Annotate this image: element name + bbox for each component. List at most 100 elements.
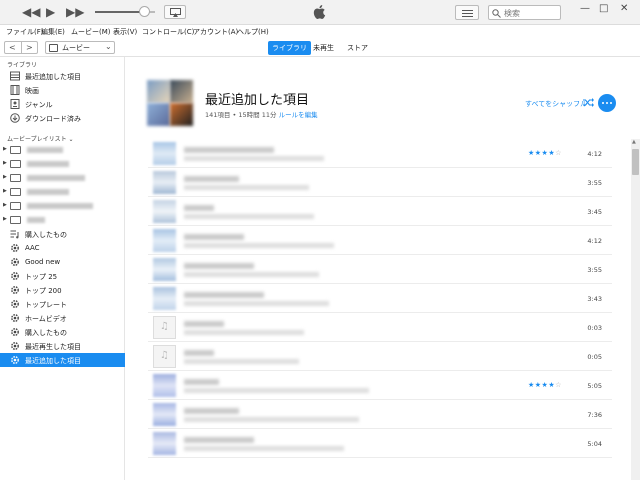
track-title-redacted xyxy=(184,263,254,269)
folder-icon xyxy=(10,174,21,182)
smart-playlist-gear-icon xyxy=(11,314,19,322)
sidebar-item-aac[interactable]: AAC xyxy=(0,241,125,255)
previous-icon[interactable]: ◀◀ xyxy=(22,5,40,19)
track-duration: 3:43 xyxy=(587,295,602,303)
track-duration: 5:04 xyxy=(587,440,602,448)
star-rating[interactable]: ★★★★☆ xyxy=(528,381,562,389)
sidebar-item-purchased-smart[interactable]: 購入したもの xyxy=(0,325,125,339)
search-field[interactable]: 検索 xyxy=(488,5,561,20)
track-subtitle-redacted xyxy=(184,272,319,277)
play-icon[interactable]: ▶ xyxy=(46,5,55,19)
track-row[interactable]: 3:45 xyxy=(148,197,612,226)
track-row[interactable]: 3:43 xyxy=(148,284,612,313)
smart-playlist-gear-icon xyxy=(11,244,19,252)
playlist-folder[interactable]: ▶ xyxy=(0,213,125,227)
playlist-folder[interactable]: ▶ xyxy=(0,143,125,157)
track-subtitle-redacted xyxy=(184,156,324,161)
more-options-button[interactable] xyxy=(598,94,616,112)
track-row[interactable]: 5:04 xyxy=(148,429,612,458)
maximize-button[interactable]: □ xyxy=(599,3,608,14)
menu-help[interactable]: ヘルプ(H) xyxy=(237,27,269,37)
shuffle-all-label: すべてをシャッフル xyxy=(525,100,588,108)
sidebar-item-top-rated[interactable]: トップレート xyxy=(0,297,125,311)
disclosure-triangle-icon[interactable]: ▶ xyxy=(3,202,7,208)
menu-controls[interactable]: コントロール(C) xyxy=(142,27,194,37)
track-artwork xyxy=(153,287,176,310)
folder-icon xyxy=(10,146,21,154)
up-next-list-button[interactable] xyxy=(455,5,479,20)
forward-button[interactable]: > xyxy=(26,42,33,54)
track-row[interactable]: ★★★★☆ 4:12 xyxy=(148,139,612,168)
menu-account[interactable]: アカウント(A) xyxy=(193,27,238,37)
sidebar-item-good-new[interactable]: Good new xyxy=(0,255,125,269)
recent-grid-icon xyxy=(10,71,20,81)
sidebar-item-home-video[interactable]: ホームビデオ xyxy=(0,311,125,325)
track-row[interactable]: 3:55 xyxy=(148,255,612,284)
folder-name-redacted xyxy=(27,147,63,153)
scroll-up-arrow-icon[interactable]: ▲ xyxy=(632,139,636,145)
sidebar-item-label: AAC xyxy=(25,244,40,252)
playlist-folder[interactable]: ▶ xyxy=(0,171,125,185)
menu-file[interactable]: ファイル(F) xyxy=(6,27,44,37)
track-row[interactable]: 4:12 xyxy=(148,226,612,255)
track-subtitle-redacted xyxy=(184,359,299,364)
track-duration: 5:05 xyxy=(587,382,602,390)
sidebar-item-recently-added-playlist[interactable]: 最近追加した項目 xyxy=(0,353,125,367)
sidebar-item-top-200[interactable]: トップ 200 xyxy=(0,283,125,297)
menu-view[interactable]: 表示(V) xyxy=(113,27,137,37)
disclosure-triangle-icon[interactable]: ▶ xyxy=(3,188,7,194)
sidebar-item-movies[interactable]: 映画 xyxy=(0,83,125,97)
menu-movie[interactable]: ムービー(M) xyxy=(71,27,111,37)
track-row[interactable]: 7:36 xyxy=(148,400,612,429)
scrollbar-thumb[interactable] xyxy=(632,149,639,175)
tab-store[interactable]: ストア xyxy=(343,41,372,55)
volume-knob[interactable] xyxy=(139,6,150,17)
track-artwork xyxy=(153,403,176,426)
shuffle-all-button[interactable]: すべてをシャッフル xyxy=(525,98,594,109)
minimize-button[interactable]: — xyxy=(580,3,590,14)
vertical-scrollbar[interactable]: ▲ xyxy=(631,139,640,480)
chevron-down-icon: ⌄ xyxy=(105,42,112,51)
sidebar-item-downloaded[interactable]: ダウンロード済み xyxy=(0,111,125,125)
playlists-header-label: ムービープレイリスト xyxy=(7,136,67,143)
sidebar-item-purchased-list[interactable]: 購入したもの xyxy=(0,227,125,241)
close-button[interactable]: ✕ xyxy=(620,3,628,14)
sidebar-item-label: 最近追加した項目 xyxy=(25,73,81,81)
menu-bar: ファイル(F) 編集(E) ムービー(M) 表示(V) コントロール(C) アカ… xyxy=(0,25,640,39)
playlist-folder[interactable]: ▶ xyxy=(0,157,125,171)
track-title-redacted xyxy=(184,350,214,356)
disclosure-triangle-icon[interactable]: ▶ xyxy=(3,146,7,152)
star-rating[interactable]: ★★★★☆ xyxy=(528,149,562,157)
sidebar-item-top-25[interactable]: トップ 25 xyxy=(0,269,125,283)
track-row[interactable]: 3:55 xyxy=(148,168,612,197)
playlist-folder[interactable]: ▶ xyxy=(0,199,125,213)
smart-playlist-gear-icon xyxy=(11,286,19,294)
media-type-selector[interactable]: ムービー ⌄ xyxy=(45,41,115,54)
sidebar-item-recently-added[interactable]: 最近追加した項目 xyxy=(0,69,125,83)
tab-unplayed[interactable]: 未再生 xyxy=(309,41,338,55)
track-duration: 0:05 xyxy=(587,353,602,361)
track-row[interactable]: ★★★★☆ 5:05 xyxy=(148,371,612,400)
playlist-folder[interactable]: ▶ xyxy=(0,185,125,199)
track-row[interactable]: ♫ 0:03 xyxy=(148,313,612,342)
edit-rules-link[interactable]: ルールを編集 xyxy=(279,111,318,119)
track-row[interactable]: ♫ 0:05 xyxy=(148,342,612,371)
music-note-placeholder-icon: ♫ xyxy=(153,345,176,368)
player-bar: ◀◀ ▶ ▶▶ 検索 — □ ✕ xyxy=(0,0,640,25)
library-section-header: ライブラリ xyxy=(7,62,38,69)
playlists-section-header[interactable]: ムービープレイリスト ⌄ xyxy=(7,134,74,143)
track-duration: 4:12 xyxy=(587,150,602,158)
track-subtitle-redacted xyxy=(184,185,309,190)
sidebar-item-recently-played[interactable]: 最近再生した項目 xyxy=(0,339,125,353)
disclosure-triangle-icon[interactable]: ▶ xyxy=(3,160,7,166)
menu-edit[interactable]: 編集(E) xyxy=(41,27,65,37)
tab-library[interactable]: ライブラリ xyxy=(268,41,311,55)
next-icon[interactable]: ▶▶ xyxy=(66,5,84,19)
track-title-redacted xyxy=(184,205,214,211)
disclosure-triangle-icon[interactable]: ▶ xyxy=(3,216,7,222)
back-button[interactable]: < xyxy=(9,42,16,54)
sidebar-item-genres[interactable]: ジャンル xyxy=(0,97,125,111)
airplay-button[interactable] xyxy=(164,5,186,19)
disclosure-triangle-icon[interactable]: ▶ xyxy=(3,174,7,180)
smart-playlist-gear-icon xyxy=(11,258,19,266)
